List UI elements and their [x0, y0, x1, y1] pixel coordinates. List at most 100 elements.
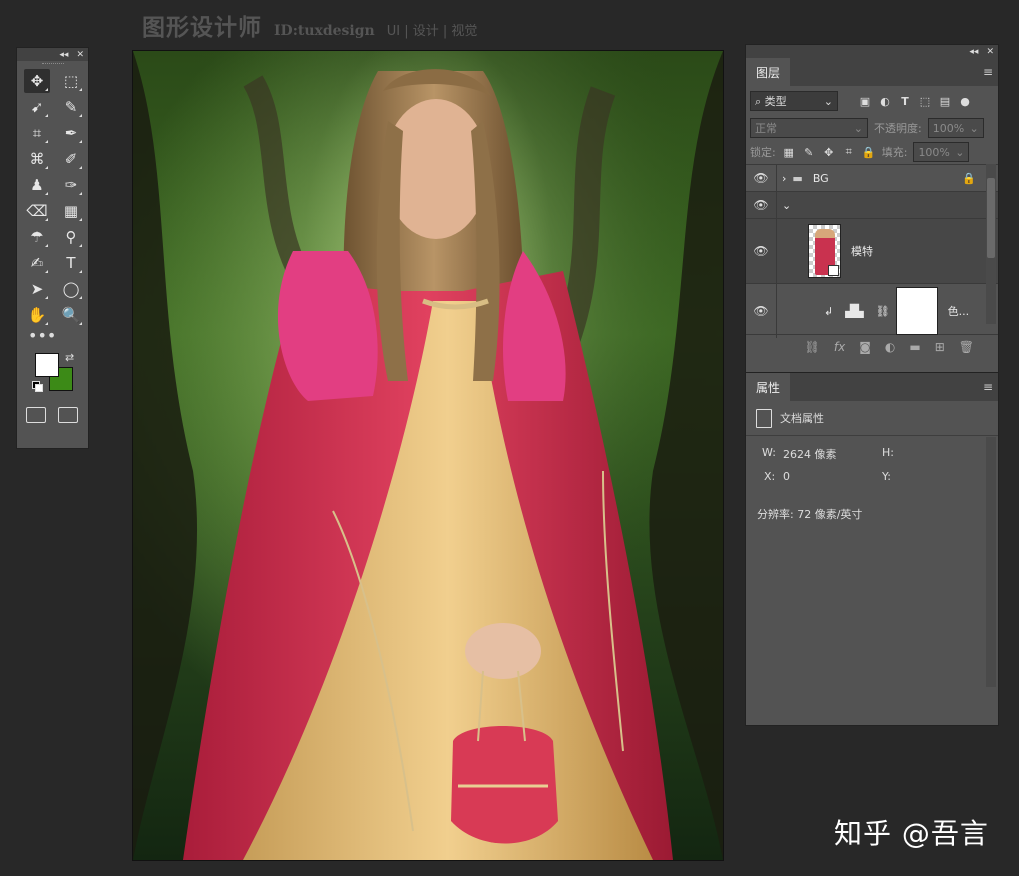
add-mask-icon[interactable]: ◙ — [859, 340, 871, 354]
chevron-down-icon[interactable]: ⌄ — [782, 199, 791, 212]
x-value[interactable]: 0 — [783, 470, 790, 483]
stamp-tool[interactable]: ♟ — [24, 173, 50, 197]
shape-filter-icon[interactable]: ⬚ — [918, 94, 932, 108]
resolution-text: 分辨率: 72 像素/英寸 — [757, 508, 863, 521]
toolbox-header: ◂◂ ✕ — [17, 48, 88, 61]
chevron-down-icon: ⌄ — [823, 94, 833, 108]
type-tool[interactable]: T — [58, 251, 84, 275]
collapse-icon[interactable]: ◂◂ — [59, 50, 68, 60]
new-layer-icon[interactable]: ⊞ — [935, 340, 945, 354]
hand-icon: ✋ — [27, 306, 47, 324]
layer-scrollbar[interactable] — [986, 164, 996, 324]
chevron-right-icon[interactable]: › — [782, 172, 786, 185]
link-layers-icon[interactable]: ⛓ — [805, 340, 820, 354]
healing-tool[interactable]: ⌘ — [24, 147, 50, 171]
visibility-eye-icon[interactable]: 👁 — [746, 244, 776, 258]
layer-name: 色... — [947, 305, 970, 318]
bottom-watermark: 知乎 @吾言 — [834, 817, 989, 850]
close-icon[interactable]: ✕ — [76, 50, 84, 60]
visibility-eye-icon[interactable]: 👁 — [746, 171, 776, 185]
mask-thumbnail — [895, 287, 938, 335]
watermark-id: ID:tuxdesign — [274, 23, 375, 39]
delete-layer-icon[interactable]: 🗑 — [959, 340, 974, 354]
filter-toggle-icon[interactable]: ● — [958, 94, 972, 108]
lock-artboard-icon[interactable]: ⌗ — [842, 145, 856, 159]
properties-panel: 属性 ≡ 文档属性 W: 2624 像素 H: X: 0 Y: 分辨率: 72 … — [745, 372, 999, 726]
default-colors-icon[interactable] — [32, 381, 43, 392]
history-brush-tool[interactable]: ✑ — [58, 173, 84, 197]
lock-label: 锁定: — [750, 146, 776, 159]
ellipse-tool[interactable]: ◯ — [58, 277, 84, 301]
w-value[interactable]: 2624 像素 — [783, 446, 837, 462]
layer-row-group[interactable]: 👁 ⌄ — [746, 191, 998, 218]
gradient-tool[interactable]: ▦ — [58, 199, 84, 223]
eraser-tool[interactable]: ⌫ — [24, 199, 50, 223]
screen-mode-icon[interactable] — [58, 407, 78, 423]
x-label: X: — [764, 470, 776, 483]
eyedropper-tool[interactable]: ✒ — [58, 121, 84, 145]
lasso-tool[interactable]: ➹ — [24, 95, 50, 119]
eyedropper-icon: ✒ — [64, 124, 78, 142]
panel-menu-icon[interactable]: ≡ — [978, 373, 998, 401]
new-group-icon[interactable]: ▬ — [909, 340, 920, 354]
pen-tool[interactable]: ✍ — [24, 251, 50, 275]
quick-mask-icon[interactable] — [26, 407, 46, 423]
lock-pixels-icon[interactable]: ✎ — [802, 145, 816, 159]
lock-position-icon[interactable]: ✥ — [822, 145, 836, 159]
color-swatches: ⇄ — [29, 351, 88, 399]
marquee-tool[interactable]: ⬚ — [58, 69, 84, 93]
layer-name: BG — [812, 171, 829, 185]
blend-mode-select[interactable]: 正常 ⌄ — [750, 118, 868, 138]
brush-tool[interactable]: ✐ — [58, 147, 84, 171]
document-icon — [756, 408, 772, 428]
layer-row-model[interactable]: 👁 模特 — [746, 218, 998, 283]
move-icon: ✥ — [30, 72, 44, 90]
move-tool[interactable]: ✥ — [24, 69, 50, 93]
quick-select-tool[interactable]: ✎ — [58, 95, 84, 119]
fx-icon[interactable]: fx — [834, 340, 845, 354]
type-icon: T — [66, 254, 76, 272]
foreground-color-swatch[interactable] — [35, 353, 59, 377]
w-label: W: — [762, 446, 776, 459]
swap-colors-icon[interactable]: ⇄ — [65, 351, 74, 364]
visibility-eye-icon[interactable]: 👁 — [746, 304, 776, 318]
close-icon[interactable]: ✕ — [986, 47, 994, 57]
dodge-tool[interactable]: ⚲ — [58, 225, 84, 249]
tool-grid: ✥ ⬚ ➹ ✎ ⌗ ✒ ⌘ ✐ ♟ ✑ ⌫ ▦ ☂ ⚲ ✍ T ➤ ◯ ✋ 🔍 — [17, 67, 88, 327]
layer-thumbnail — [808, 224, 841, 278]
zoom-tool[interactable]: 🔍 — [58, 303, 84, 327]
layer-filter-row: ⌕ 类型 ⌄ ▣ ◐ T ⬚ ▤ ● — [746, 86, 998, 116]
lock-transparent-icon[interactable]: ▦ — [782, 145, 796, 159]
visibility-eye-icon[interactable]: 👁 — [746, 198, 776, 212]
layer-filter-select[interactable]: ⌕ 类型 ⌄ — [750, 91, 838, 111]
layer-name: 模特 — [851, 245, 873, 258]
blur-tool[interactable]: ☂ — [24, 225, 50, 249]
tab-layers[interactable]: 图层 — [746, 58, 791, 86]
adjustment-filter-icon[interactable]: ◐ — [878, 94, 892, 108]
tab-properties[interactable]: 属性 — [746, 373, 791, 401]
lock-all-icon[interactable]: 🔒 — [862, 145, 876, 159]
layer-row-bg[interactable]: 👁 › ▬ BG 🔒 — [746, 164, 998, 191]
layer-row-adjustment[interactable]: 👁 ↲ ▟▙ ⛓ 色... — [746, 283, 998, 338]
smart-object-filter-icon[interactable]: ▤ — [938, 94, 952, 108]
document-canvas[interactable] — [132, 50, 724, 861]
crop-tool[interactable]: ⌗ — [24, 121, 50, 145]
image-filter-icon[interactable]: ▣ — [858, 94, 872, 108]
ellipse-icon: ◯ — [62, 280, 80, 298]
opacity-field[interactable]: 100% ⌄ — [927, 118, 984, 138]
panel-menu-icon[interactable]: ≡ — [978, 58, 998, 86]
healing-icon: ⌘ — [29, 150, 45, 168]
stamp-icon: ♟ — [30, 176, 44, 194]
smart-object-badge-icon — [828, 265, 839, 276]
hand-tool[interactable]: ✋ — [24, 303, 50, 327]
blur-icon: ☂ — [30, 228, 44, 246]
properties-scrollbar[interactable] — [986, 437, 996, 687]
fill-field[interactable]: 100% ⌄ — [913, 142, 970, 162]
opacity-label: 不透明度: — [874, 122, 922, 135]
path-select-tool[interactable]: ➤ — [24, 277, 50, 301]
type-filter-icon[interactable]: T — [898, 94, 912, 108]
watermark-tags: UI | 设计 | 视觉 — [386, 24, 478, 39]
collapse-icon[interactable]: ◂◂ — [969, 47, 978, 57]
new-adjustment-icon[interactable]: ◐ — [885, 340, 895, 354]
more-tools-icon[interactable]: ••• — [17, 327, 88, 351]
